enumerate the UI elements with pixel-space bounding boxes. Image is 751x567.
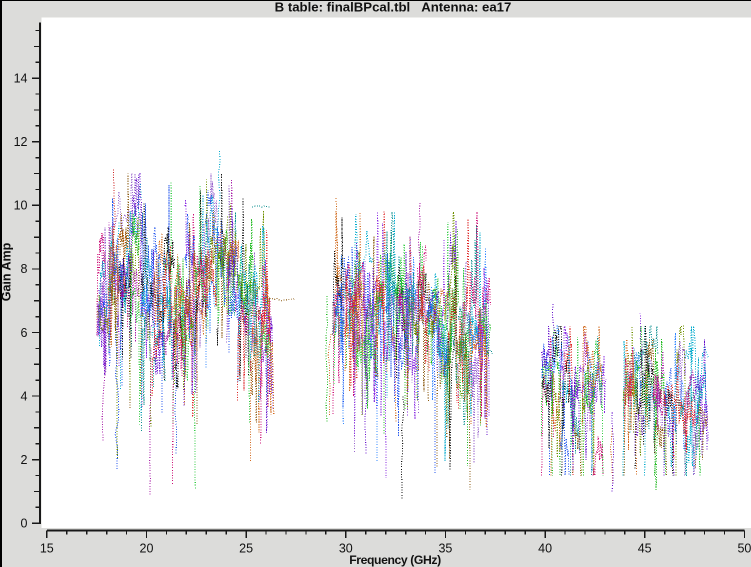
svg-text:2: 2 xyxy=(21,453,28,467)
svg-text:25: 25 xyxy=(239,542,253,556)
svg-text:20: 20 xyxy=(140,542,154,556)
svg-text:10: 10 xyxy=(14,199,28,213)
svg-text:8: 8 xyxy=(21,262,28,276)
svg-text:Gain Amp: Gain Amp xyxy=(0,242,14,301)
svg-text:12: 12 xyxy=(14,135,28,149)
svg-text:45: 45 xyxy=(638,542,652,556)
svg-text:14: 14 xyxy=(14,71,28,85)
svg-text:40: 40 xyxy=(538,542,552,556)
svg-text:B table: finalBPcal.tbl Ante: B table: finalBPcal.tbl Antenna: ea17 xyxy=(275,0,512,15)
svg-text:0: 0 xyxy=(21,517,28,531)
svg-text:4: 4 xyxy=(21,389,28,403)
svg-text:6: 6 xyxy=(21,326,28,340)
svg-text:15: 15 xyxy=(40,542,54,556)
svg-text:Frequency (GHz): Frequency (GHz) xyxy=(349,553,441,567)
svg-text:50: 50 xyxy=(737,542,751,556)
